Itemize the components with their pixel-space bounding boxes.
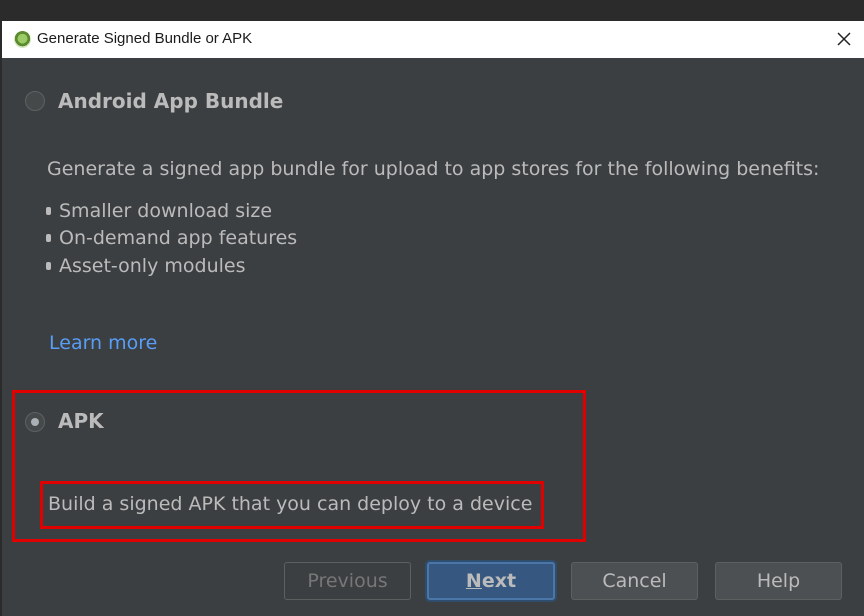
next-button-label: ext [481, 570, 517, 592]
list-item: Asset-only modules [46, 252, 297, 280]
benefits-list: Smaller download size On-demand app feat… [46, 197, 297, 280]
bullet-icon [46, 234, 51, 243]
android-studio-icon [14, 31, 31, 48]
bundle-description: Generate a signed app bundle for upload … [47, 158, 820, 180]
learn-more-link[interactable]: Learn more [49, 332, 157, 354]
cancel-button[interactable]: Cancel [571, 562, 698, 600]
bullet-icon [46, 206, 51, 215]
benefit-text: On-demand app features [59, 227, 298, 250]
next-button[interactable]: Next [427, 562, 555, 600]
background-strip [0, 0, 864, 21]
next-mnemonic: N [465, 570, 482, 592]
title-bar: Generate Signed Bundle or APK [2, 21, 864, 58]
help-button[interactable]: Help [715, 562, 842, 600]
cancel-button-label: Cancel [602, 570, 667, 592]
previous-button[interactable]: Previous [284, 562, 411, 600]
help-button-label: Help [756, 570, 801, 592]
highlight-box-apk-description [40, 481, 544, 529]
benefit-text: Asset-only modules [59, 254, 246, 277]
bundle-radio[interactable] [25, 91, 45, 111]
window-title: Generate Signed Bundle or APK [37, 30, 253, 47]
list-item: On-demand app features [46, 225, 297, 253]
list-item: Smaller download size [46, 197, 297, 225]
bullet-icon [46, 261, 51, 270]
benefit-text: Smaller download size [59, 199, 273, 222]
previous-button-label: Previous [307, 570, 388, 592]
bundle-option-label[interactable]: Android App Bundle [58, 89, 283, 113]
close-icon[interactable] [834, 29, 854, 49]
dialog-window: Generate Signed Bundle or APK Android Ap… [2, 21, 864, 616]
